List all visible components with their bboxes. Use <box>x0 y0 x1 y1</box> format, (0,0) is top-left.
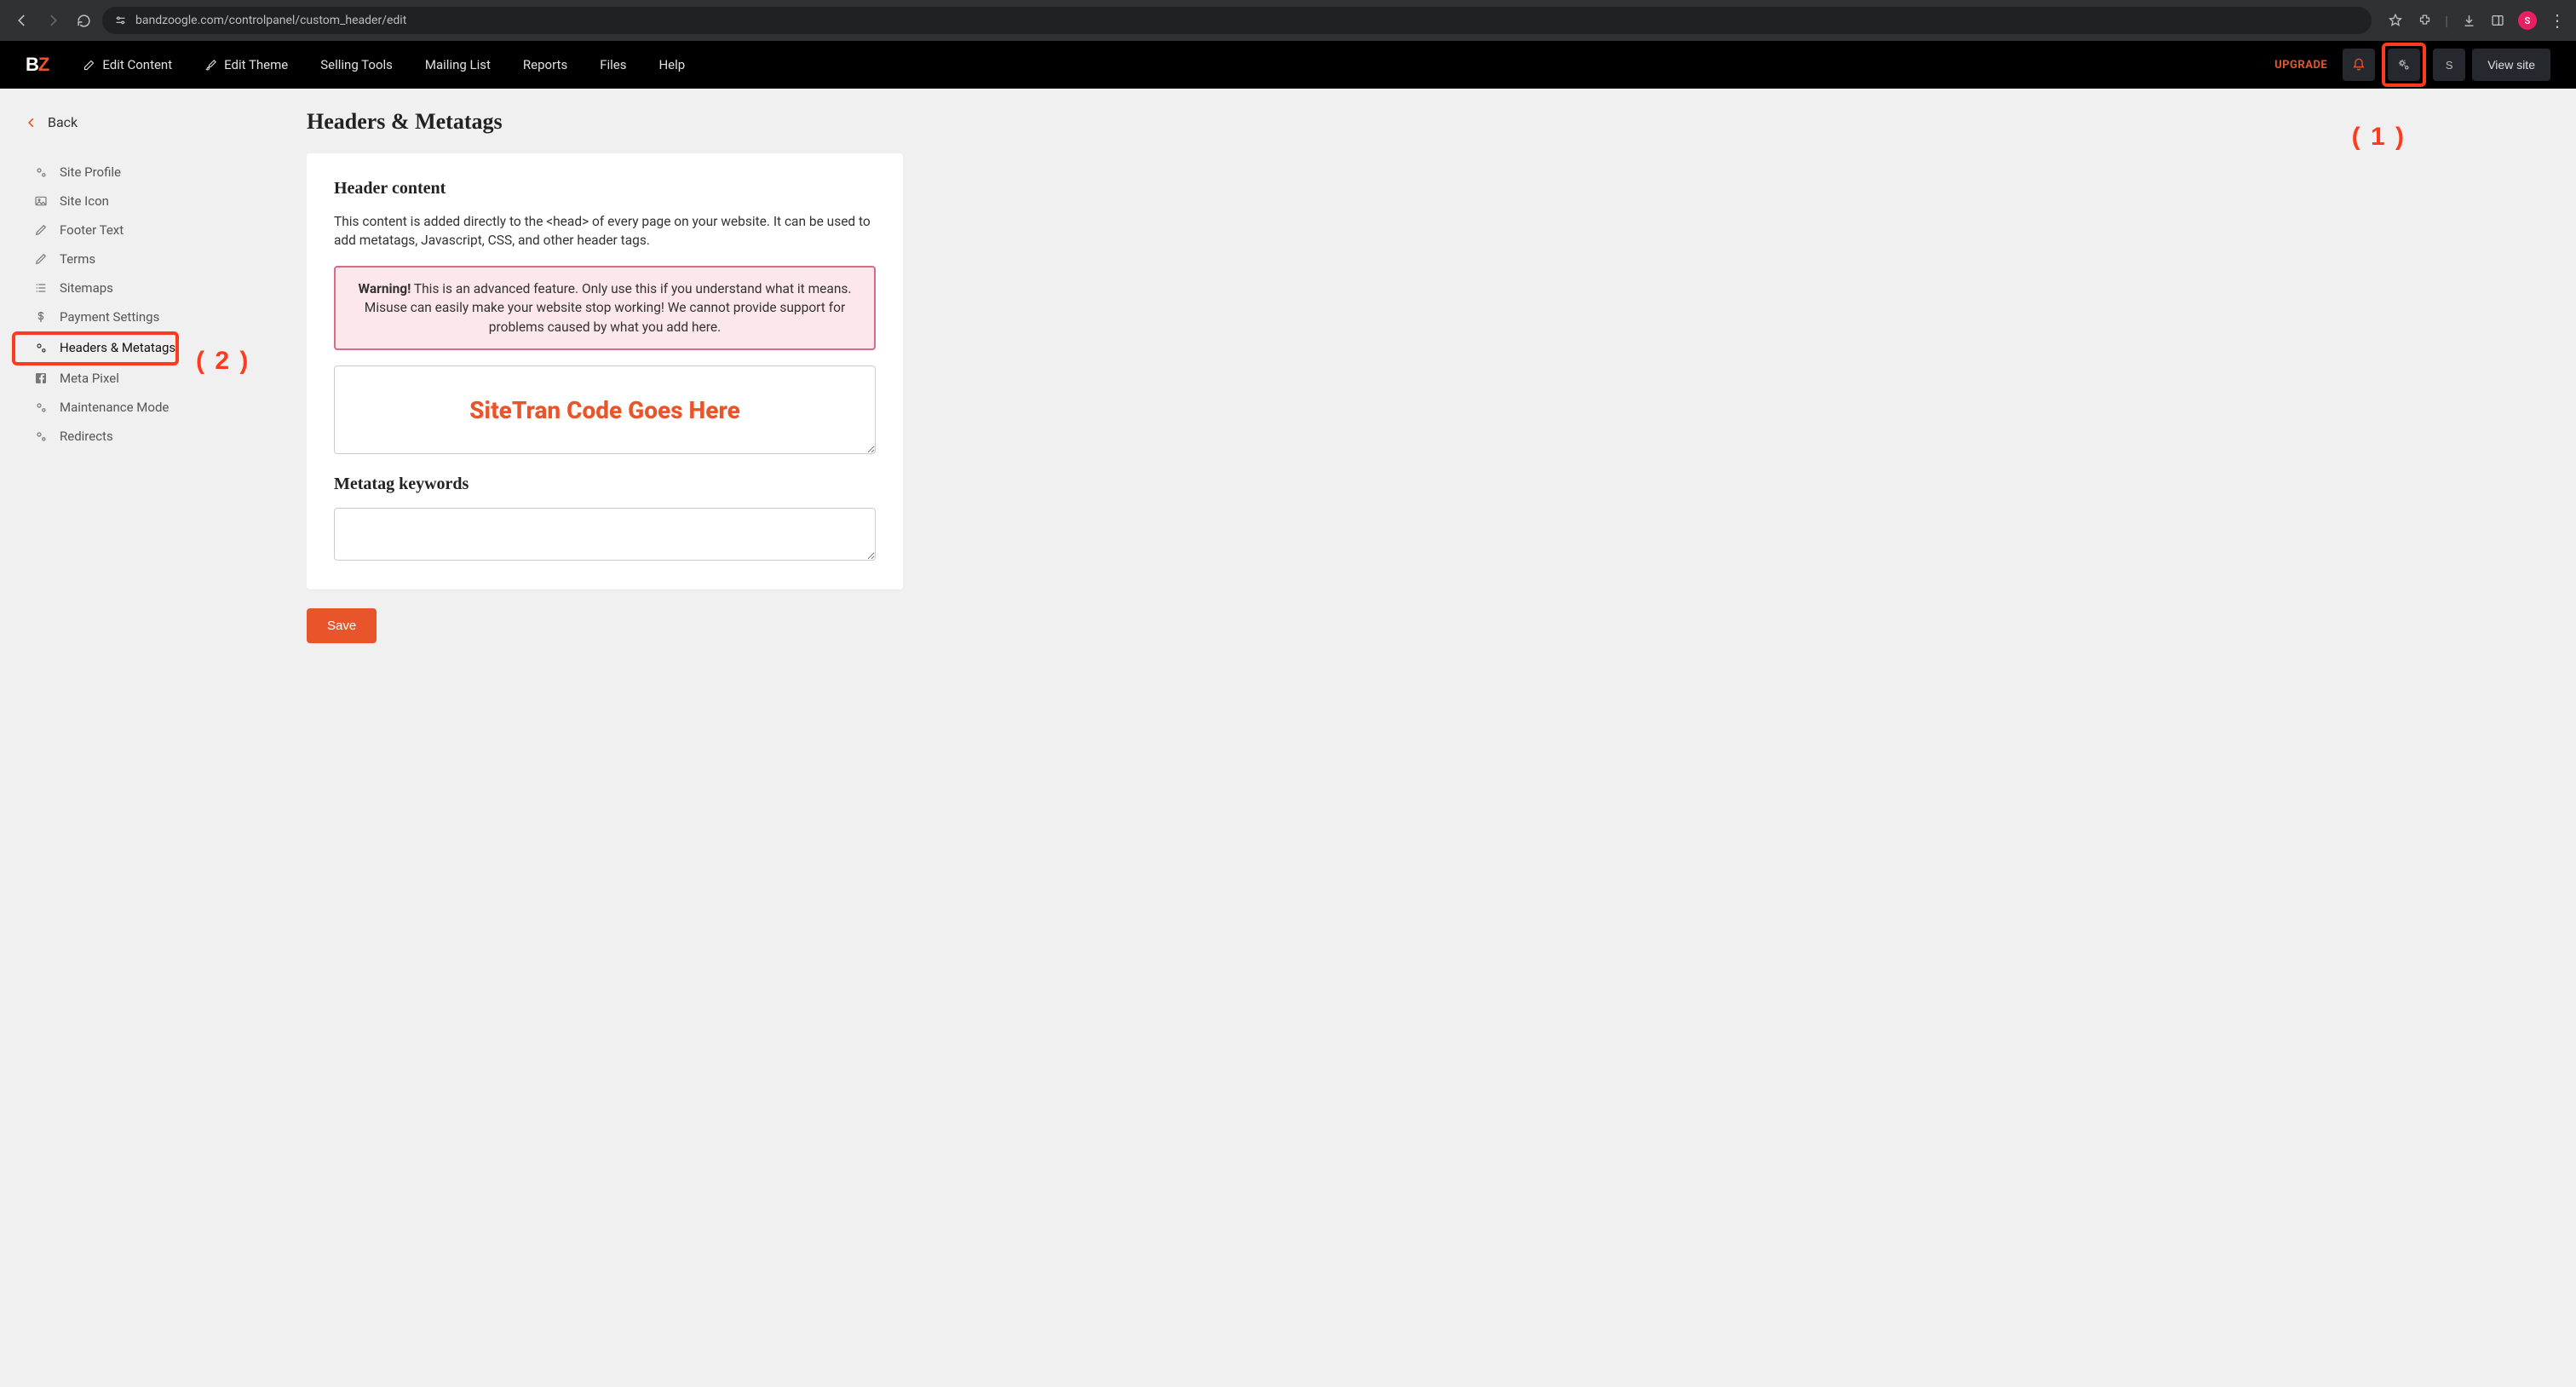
browser-reload-button[interactable] <box>72 9 95 32</box>
sidebar-list: Site Profile Site Icon Footer Text Terms… <box>26 158 290 451</box>
gears-icon <box>34 341 48 354</box>
sidebar: Back Site Profile Site Icon Footer Text … <box>0 89 290 694</box>
sidebar-item-label: Maintenance Mode <box>60 400 169 415</box>
sidebar-item-label: Terms <box>60 251 95 267</box>
sidebar-item-label: Headers & Metatags <box>60 340 175 355</box>
gears-icon <box>2397 58 2411 72</box>
sidebar-item-terms[interactable]: Terms <box>26 245 290 273</box>
download-icon[interactable] <box>2460 12 2477 29</box>
sidebar-item-label: Sitemaps <box>60 280 113 296</box>
settings-card: Header content This content is added dir… <box>307 153 903 590</box>
brush-icon <box>204 59 217 72</box>
sidepanel-icon[interactable] <box>2489 12 2506 29</box>
browser-menu-icon[interactable]: ⋮ <box>2549 12 2566 29</box>
image-icon <box>34 194 48 208</box>
sidebar-item-site-profile[interactable]: Site Profile <box>26 158 290 187</box>
list-icon <box>34 281 48 295</box>
url-bar[interactable]: bandzoogle.com/controlpanel/custom_heade… <box>102 7 2372 34</box>
gears-icon <box>34 165 48 179</box>
annotation-box-1 <box>2382 43 2426 87</box>
dollar-icon <box>34 310 48 324</box>
site-settings-icon <box>114 14 127 27</box>
nav-edit-content[interactable]: Edit Content <box>83 57 172 72</box>
nav-edit-content-label: Edit Content <box>102 57 172 72</box>
facebook-icon <box>34 371 48 385</box>
nav-selling-tools[interactable]: Selling Tools <box>320 57 393 72</box>
sidebar-item-site-icon[interactable]: Site Icon <box>26 187 290 216</box>
sidebar-item-payment-settings[interactable]: Payment Settings <box>26 302 290 331</box>
notifications-button[interactable] <box>2343 49 2375 81</box>
avatar-letter: S <box>2525 15 2531 26</box>
chevron-left-icon <box>26 117 37 129</box>
back-label: Back <box>48 114 78 130</box>
nav-mailing-list-label: Mailing List <box>425 57 491 72</box>
nav-edit-theme-label: Edit Theme <box>224 57 288 72</box>
upgrade-link[interactable]: UPGRADE <box>2274 59 2327 72</box>
main-content: Headers & Metatags Header content This c… <box>290 89 954 694</box>
sidebar-item-meta-pixel[interactable]: Meta Pixel <box>26 364 290 393</box>
gears-icon <box>34 429 48 443</box>
sidebar-item-headers-metatags[interactable]: Headers & Metatags <box>26 333 290 362</box>
reload-icon <box>77 14 91 28</box>
profile-avatar[interactable]: S <box>2518 11 2537 30</box>
browser-back-button[interactable] <box>10 9 34 32</box>
view-site-button[interactable]: View site <box>2472 49 2550 81</box>
sidebar-item-label: Payment Settings <box>60 309 159 325</box>
code-textarea-wrapper: SiteTran Code Goes Here <box>334 365 876 454</box>
pencil-icon <box>34 223 48 237</box>
metatag-keywords-heading: Metatag keywords <box>334 475 876 494</box>
browser-chrome: bandzoogle.com/controlpanel/custom_heade… <box>0 0 2576 41</box>
sidebar-item-label: Footer Text <box>60 222 124 238</box>
pencil-icon <box>34 252 48 266</box>
nav-reports[interactable]: Reports <box>523 57 567 72</box>
sidebar-item-label: Site Icon <box>60 193 109 209</box>
edit-icon <box>83 59 95 72</box>
nav-files-label: Files <box>600 57 626 72</box>
metatag-keywords-textarea[interactable] <box>334 508 876 561</box>
warning-box: Warning! This is an advanced feature. On… <box>334 266 876 350</box>
nav-selling-tools-label: Selling Tools <box>320 57 393 72</box>
back-link[interactable]: Back <box>26 114 290 130</box>
page-title: Headers & Metatags <box>307 109 903 135</box>
sidebar-item-label: Site Profile <box>60 164 121 180</box>
app-logo[interactable]: BZ <box>26 54 49 76</box>
nav-items: Edit Content Edit Theme Selling Tools Ma… <box>83 57 685 72</box>
nav-help[interactable]: Help <box>658 57 685 72</box>
extensions-icon[interactable] <box>2416 12 2433 29</box>
url-text: bandzoogle.com/controlpanel/custom_heade… <box>135 14 406 27</box>
header-content-heading: Header content <box>334 179 876 199</box>
page-body: Back Site Profile Site Icon Footer Text … <box>0 89 2576 694</box>
settings-button[interactable] <box>2388 49 2420 81</box>
arrow-right-icon <box>45 13 60 28</box>
app-top-nav: BZ Edit Content Edit Theme Selling Tools… <box>0 41 2576 89</box>
save-button[interactable]: Save <box>307 608 377 643</box>
nav-right: UPGRADE S View site <box>2274 43 2550 87</box>
browser-forward-button[interactable] <box>41 9 65 32</box>
nav-reports-label: Reports <box>523 57 567 72</box>
warning-text: This is an advanced feature. Only use th… <box>365 281 852 335</box>
bookmark-star-icon[interactable] <box>2387 12 2404 29</box>
nav-edit-theme[interactable]: Edit Theme <box>204 57 288 72</box>
sidebar-item-maintenance-mode[interactable]: Maintenance Mode <box>26 393 290 422</box>
sidebar-item-sitemaps[interactable]: Sitemaps <box>26 273 290 302</box>
sidebar-item-label: Redirects <box>60 429 113 444</box>
browser-toolbar-right: | S ⋮ <box>2378 11 2566 30</box>
gears-icon <box>34 400 48 414</box>
sidebar-item-label: Meta Pixel <box>60 371 119 386</box>
sidebar-item-redirects[interactable]: Redirects <box>26 422 290 451</box>
sidebar-item-footer-text[interactable]: Footer Text <box>26 216 290 245</box>
header-content-description: This content is added directly to the <h… <box>334 212 876 250</box>
nav-help-label: Help <box>658 57 685 72</box>
s-button[interactable]: S <box>2433 49 2465 81</box>
bell-icon <box>2352 58 2366 72</box>
nav-mailing-list[interactable]: Mailing List <box>425 57 491 72</box>
arrow-left-icon <box>14 13 30 28</box>
header-code-textarea[interactable] <box>334 365 876 454</box>
nav-files[interactable]: Files <box>600 57 626 72</box>
warning-label: Warning! <box>359 281 411 296</box>
